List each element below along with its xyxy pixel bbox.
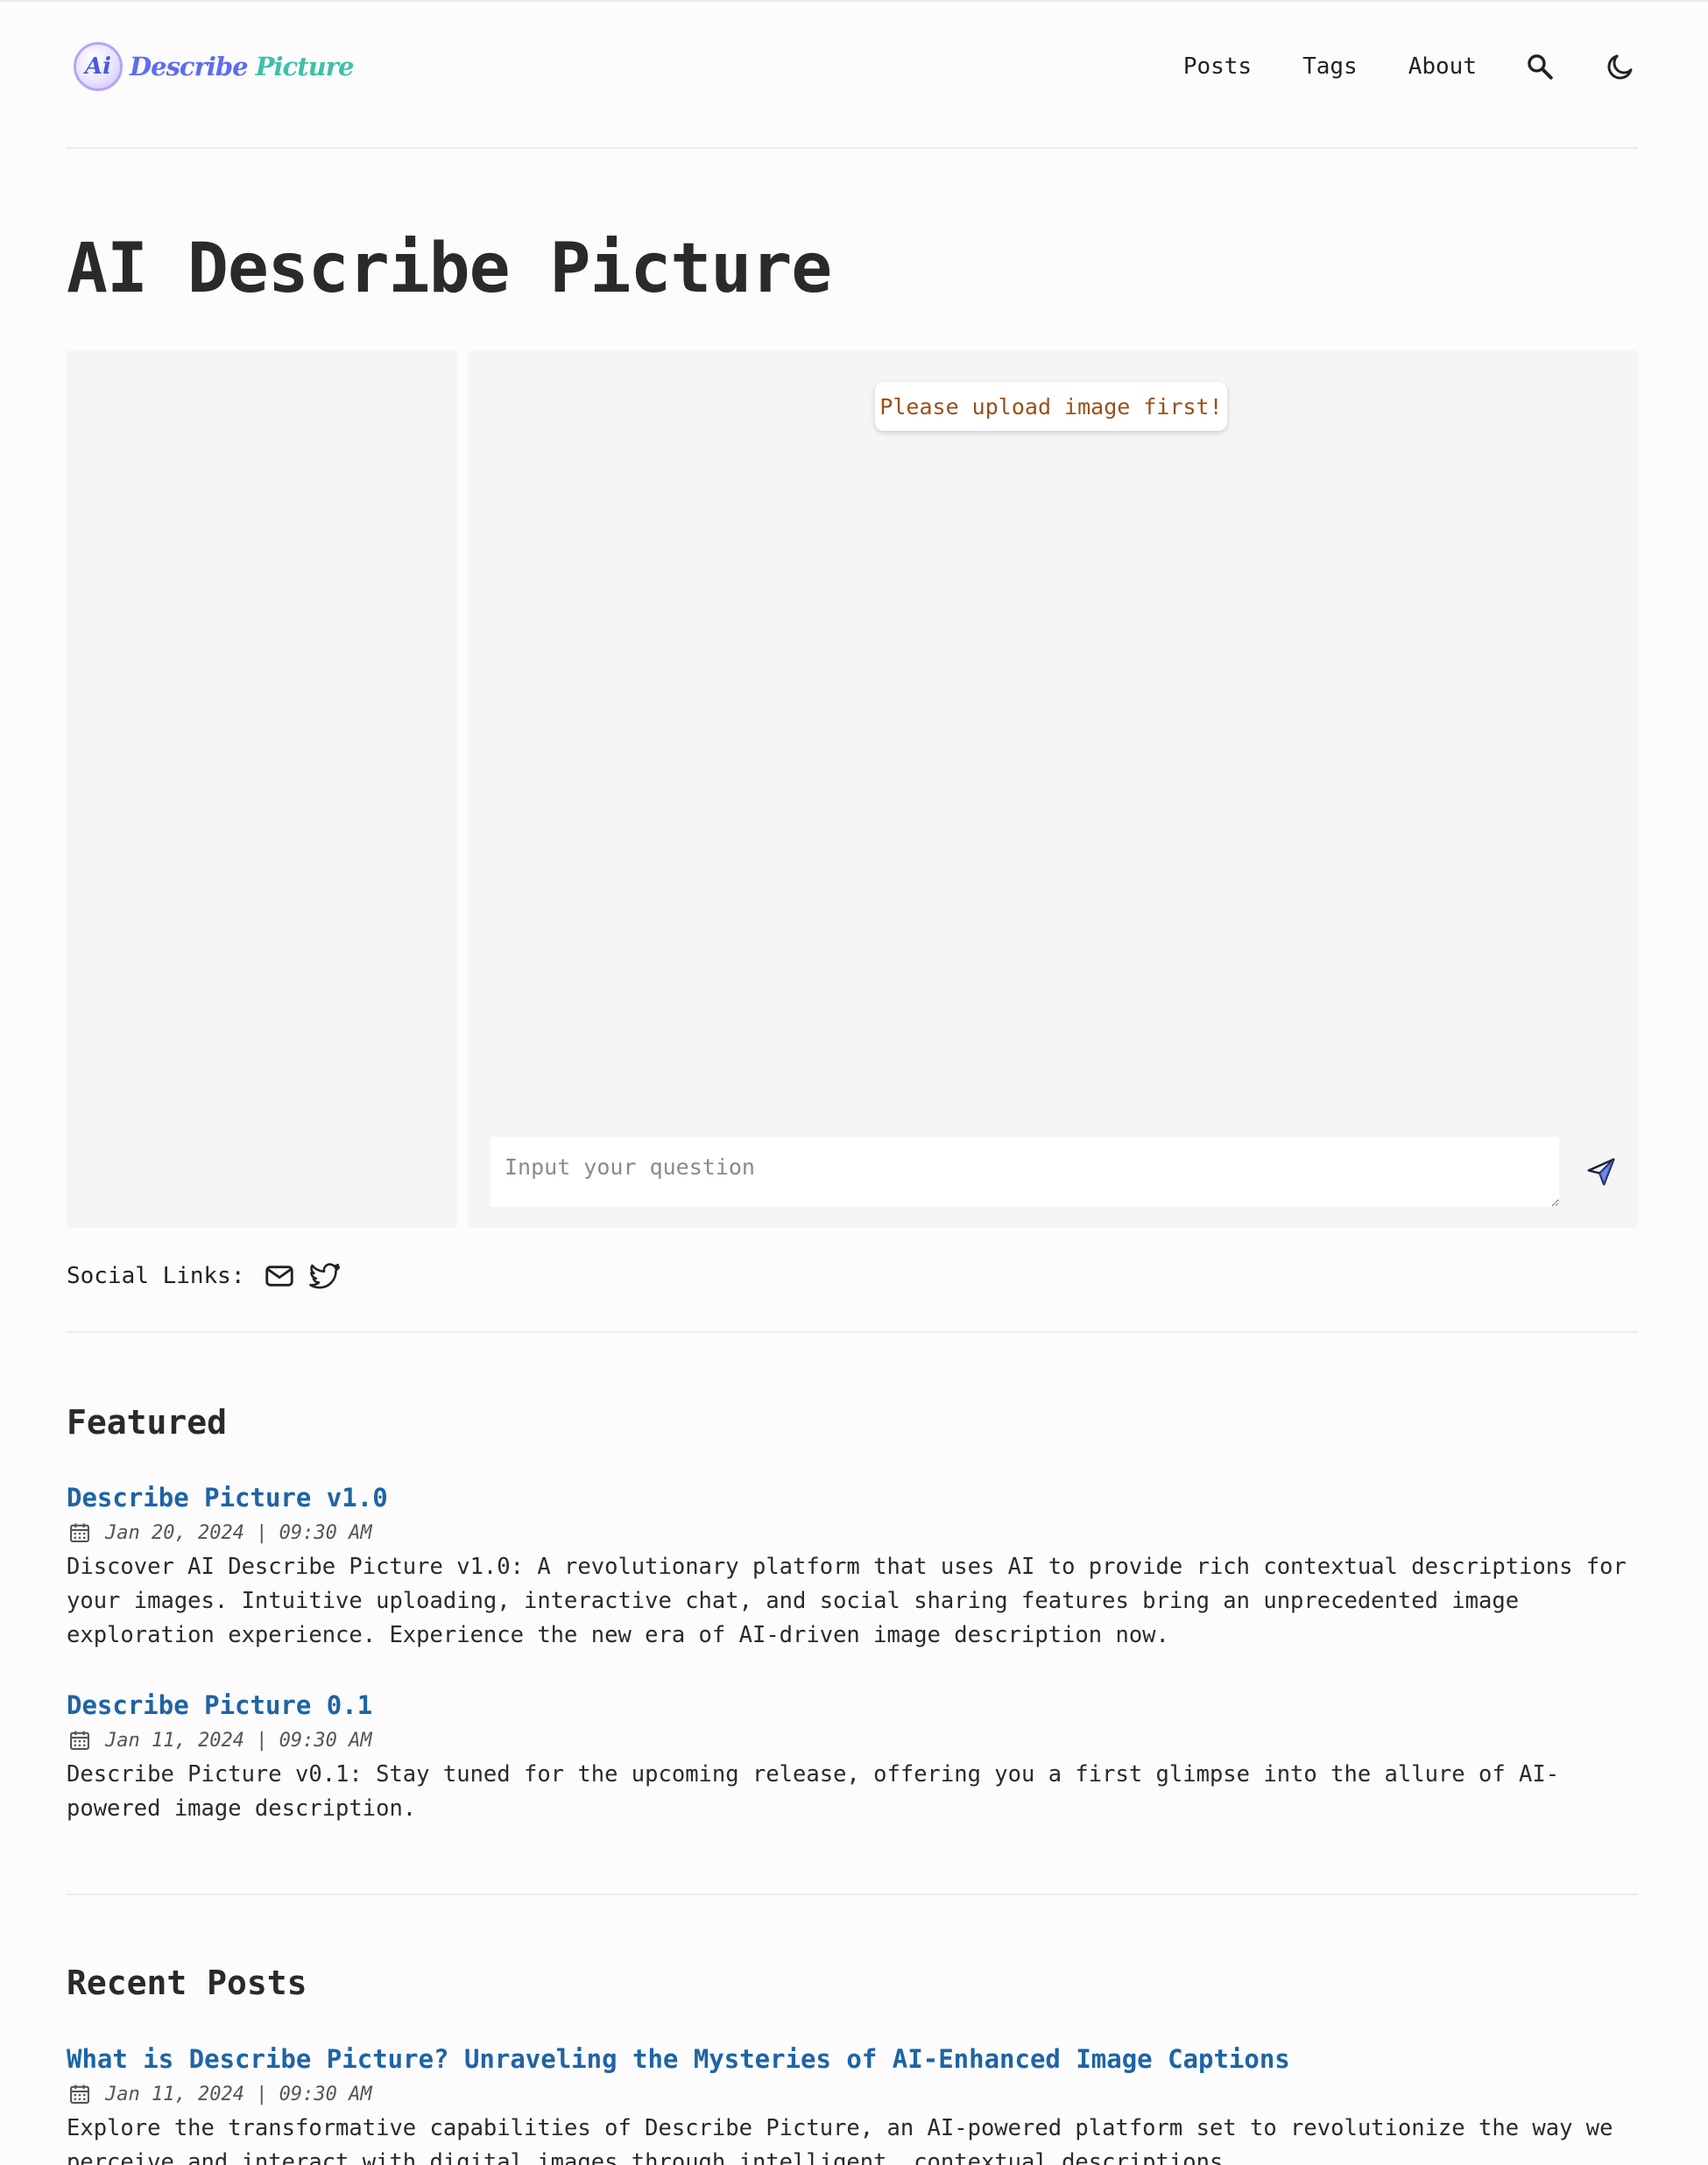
page-title: AI Describe Picture [67, 229, 832, 308]
top-border [0, 0, 1708, 2]
site-logo[interactable]: Ai Describe Picture [74, 39, 355, 95]
twitter-icon-svg [308, 1263, 340, 1289]
send-button[interactable] [1578, 1149, 1624, 1195]
post-meta: Jan 11, 2024 | 09:30 AM [67, 1724, 1638, 1756]
header-divider [67, 147, 1638, 149]
social-links-label: Social Links: [67, 1263, 245, 1289]
calendar-icon [67, 2081, 93, 2107]
logo-text: Describe Picture [130, 52, 355, 81]
image-upload-area[interactable] [67, 350, 457, 1228]
nav-posts[interactable]: Posts [1183, 53, 1252, 80]
calendar-icon [67, 1727, 93, 1753]
moon-icon-svg [1607, 54, 1633, 80]
logo-word-2: Picture [255, 52, 355, 81]
site-header: Ai Describe Picture Posts Tags About [67, 35, 1638, 98]
post-meta: Jan 11, 2024 | 09:30 AM [67, 2078, 1638, 2110]
moon-icon[interactable] [1603, 49, 1638, 84]
calendar-icon-svg [70, 2084, 89, 2104]
twitter-icon[interactable] [307, 1258, 343, 1294]
logo-word-1: Describe [130, 52, 249, 81]
main-nav: Posts Tags About [1133, 35, 1638, 98]
search-icon-svg [1528, 54, 1553, 80]
nav-tags[interactable]: Tags [1302, 53, 1358, 80]
mail-icon[interactable] [261, 1258, 298, 1294]
nav-about[interactable]: About [1408, 53, 1477, 80]
mail-icon-svg [265, 1266, 293, 1287]
post-title-link[interactable]: Describe Picture v1.0 [67, 1480, 1638, 1515]
post-date: Jan 11, 2024 | 09:30 AM [105, 1729, 372, 1752]
calendar-icon [67, 1520, 93, 1546]
post-title-link[interactable]: What is Describe Picture? Unraveling the… [67, 2042, 1638, 2077]
page: Ai Describe Picture Posts Tags About AI … [0, 0, 1708, 2165]
post-date: Jan 20, 2024 | 09:30 AM [105, 1521, 372, 1544]
calendar-icon-svg [70, 1523, 89, 1542]
featured-divider [67, 1893, 1638, 1895]
logo-badge: Ai [74, 42, 123, 91]
social-divider [67, 1331, 1638, 1333]
post-meta: Jan 20, 2024 | 09:30 AM [67, 1517, 1638, 1548]
post-date: Jan 11, 2024 | 09:30 AM [105, 2083, 372, 2105]
question-input[interactable] [491, 1137, 1559, 1207]
chat-panel: Please upload image first! [468, 350, 1638, 1228]
post-description: Discover AI Describe Picture v1.0: A rev… [67, 1554, 1627, 1648]
upload-warning-toast: Please upload image first! [875, 382, 1227, 431]
social-links: Social Links: [67, 1258, 352, 1294]
search-icon[interactable] [1522, 49, 1557, 84]
featured-post: Describe Picture 0.1 Jan 11, 2024 | 09:3… [67, 1688, 1638, 1826]
recent-post: What is Describe Picture? Unraveling the… [67, 2042, 1638, 2165]
post-description: Explore the transformative capabilities … [67, 2115, 1613, 2165]
recent-posts-heading: Recent Posts [67, 1964, 307, 2002]
send-icon [1587, 1158, 1615, 1186]
featured-post: Describe Picture v1.0 Jan 20, 2024 | 09:… [67, 1480, 1638, 1653]
calendar-icon-svg [70, 1731, 89, 1750]
post-title-link[interactable]: Describe Picture 0.1 [67, 1688, 1638, 1723]
post-description: Describe Picture v0.1: Stay tuned for th… [67, 1761, 1560, 1822]
featured-heading: Featured [67, 1403, 228, 1442]
